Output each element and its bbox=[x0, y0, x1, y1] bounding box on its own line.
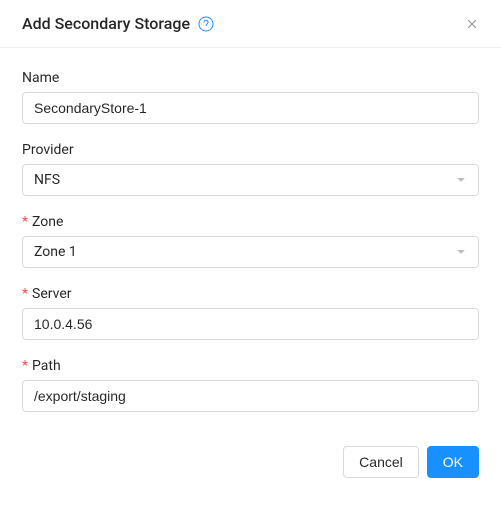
modal-title: Add Secondary Storage bbox=[22, 14, 190, 33]
close-icon[interactable] bbox=[465, 17, 479, 31]
modal-header: Add Secondary Storage bbox=[0, 0, 501, 48]
zone-label: *Zone bbox=[22, 214, 479, 230]
required-mark: * bbox=[22, 358, 28, 374]
provider-label: Provider bbox=[22, 142, 479, 158]
modal-title-wrap: Add Secondary Storage bbox=[22, 14, 214, 33]
zone-label-text: Zone bbox=[32, 214, 63, 230]
required-mark: * bbox=[22, 286, 28, 302]
path-label-text: Path bbox=[32, 358, 61, 374]
chevron-down-icon bbox=[455, 246, 467, 258]
server-label: *Server bbox=[22, 286, 479, 302]
server-input[interactable] bbox=[22, 308, 479, 340]
zone-select[interactable]: Zone 1 bbox=[22, 236, 479, 268]
form-item-name: Name bbox=[22, 70, 479, 124]
form-item-provider: Provider NFS bbox=[22, 142, 479, 196]
required-mark: * bbox=[22, 214, 28, 230]
path-label: *Path bbox=[22, 358, 479, 374]
zone-value: Zone 1 bbox=[34, 244, 77, 260]
form-item-zone: *Zone Zone 1 bbox=[22, 214, 479, 268]
name-input[interactable] bbox=[22, 92, 479, 124]
modal-footer: Cancel OK bbox=[0, 438, 501, 500]
chevron-down-icon bbox=[455, 174, 467, 186]
help-icon[interactable] bbox=[198, 16, 214, 32]
name-label: Name bbox=[22, 70, 479, 86]
add-secondary-storage-modal: Add Secondary Storage Name Provider NFS bbox=[0, 0, 501, 500]
path-input[interactable] bbox=[22, 380, 479, 412]
form-item-server: *Server bbox=[22, 286, 479, 340]
form-item-path: *Path bbox=[22, 358, 479, 412]
provider-select[interactable]: NFS bbox=[22, 164, 479, 196]
provider-value: NFS bbox=[34, 172, 60, 188]
cancel-button[interactable]: Cancel bbox=[343, 446, 419, 478]
ok-button[interactable]: OK bbox=[427, 446, 479, 478]
server-label-text: Server bbox=[32, 286, 71, 302]
modal-body: Name Provider NFS *Zone Zone 1 bbox=[0, 48, 501, 438]
